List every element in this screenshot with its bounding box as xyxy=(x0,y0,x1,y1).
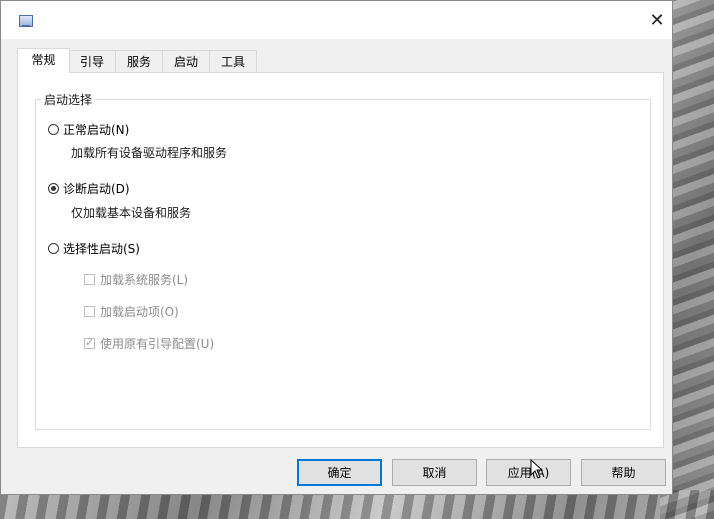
load-startup-items-label[interactable]: 加载启动项(O) xyxy=(100,303,179,320)
cancel-button[interactable]: 取消 xyxy=(392,459,477,486)
selective-startup-radio[interactable] xyxy=(48,243,59,254)
load-system-services-checkbox-row[interactable]: 加载系统服务(L) xyxy=(84,271,188,288)
normal-startup-description: 加载所有设备驱动程序和服务 xyxy=(71,146,228,160)
tab-services[interactable]: 服务 xyxy=(115,50,163,72)
normal-startup-label[interactable]: 正常启动(N) xyxy=(63,121,129,138)
msconfig-app-icon xyxy=(19,15,33,27)
close-icon: ✕ xyxy=(649,9,665,31)
diagnostic-startup-radio[interactable] xyxy=(48,183,59,194)
general-tab-panel: 启动选择 正常启动(N) 加载所有设备驱动程序和服务 诊断启动(D) 仅加载基本… xyxy=(17,72,664,448)
normal-startup-radio[interactable] xyxy=(48,124,59,135)
diagnostic-startup-radio-row[interactable]: 诊断启动(D) xyxy=(48,180,130,197)
system-configuration-dialog: ✕ 常规 引导 服务 启动 工具 启动选择 正常启动(N) 加载所有设备驱动程序… xyxy=(0,0,673,495)
selective-startup-radio-row[interactable]: 选择性启动(S) xyxy=(48,240,140,257)
normal-startup-radio-row[interactable]: 正常启动(N) xyxy=(48,121,129,138)
tab-startup[interactable]: 启动 xyxy=(162,50,210,72)
title-bar[interactable]: ✕ xyxy=(1,1,672,39)
load-system-services-checkbox[interactable] xyxy=(84,274,95,285)
use-original-boot-config-checkbox-row[interactable]: 使用原有引导配置(U) xyxy=(84,335,214,352)
diagnostic-startup-label[interactable]: 诊断启动(D) xyxy=(63,180,130,197)
apply-button[interactable]: 应用(A) xyxy=(486,459,571,486)
use-original-boot-config-checkbox[interactable] xyxy=(84,336,95,349)
use-original-boot-config-label[interactable]: 使用原有引导配置(U) xyxy=(100,335,214,352)
tab-tools[interactable]: 工具 xyxy=(209,50,257,72)
load-startup-items-checkbox[interactable] xyxy=(84,306,95,317)
help-button[interactable]: 帮助 xyxy=(581,459,666,486)
tab-boot[interactable]: 引导 xyxy=(68,50,116,72)
selective-startup-label[interactable]: 选择性启动(S) xyxy=(63,240,140,257)
tab-general[interactable]: 常规 xyxy=(17,48,70,73)
load-startup-items-checkbox-row[interactable]: 加载启动项(O) xyxy=(84,303,179,320)
startup-selection-legend: 启动选择 xyxy=(41,91,96,108)
diagnostic-startup-description: 仅加载基本设备和服务 xyxy=(71,206,192,220)
load-system-services-label[interactable]: 加载系统服务(L) xyxy=(100,271,188,288)
startup-selection-group: 启动选择 正常启动(N) 加载所有设备驱动程序和服务 诊断启动(D) 仅加载基本… xyxy=(35,91,651,430)
close-button[interactable]: ✕ xyxy=(642,1,672,39)
ok-button[interactable]: 确定 xyxy=(297,459,382,486)
mouse-pointer-icon xyxy=(530,459,544,479)
